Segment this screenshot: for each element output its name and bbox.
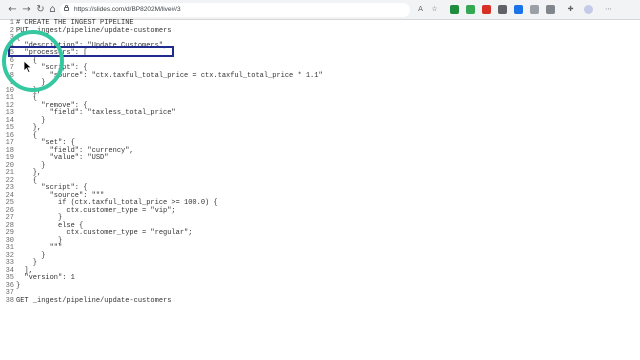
- line-text: "source": "ctx.taxful_total_price = ctx.…: [16, 71, 323, 80]
- url-text: https://slides.com/d/BP8202M/live#/3: [74, 6, 181, 13]
- line-text: },: [16, 124, 42, 132]
- code-line: 14 }: [4, 117, 404, 126]
- line-text: }: [16, 214, 63, 222]
- code-line: 36}: [4, 281, 404, 291]
- code-line: 30 }: [4, 237, 404, 246]
- code-line: 19 "value": "USD": [4, 154, 404, 163]
- line-text: {: [16, 94, 38, 102]
- line-text: if (ctx.taxful_total_price >= 100.0) {: [16, 199, 218, 207]
- code-line: 33 }: [4, 259, 404, 268]
- home-icon[interactable]: ⌂: [46, 3, 59, 16]
- line-text: ctx.customer_type = "regular";: [16, 229, 193, 237]
- line-text: "value": "USD": [16, 154, 109, 162]
- code-line: 2 PUT _ingest/pipeline/update-customers: [4, 27, 404, 36]
- puzzle-icon[interactable]: ✚: [566, 5, 575, 14]
- code-line: 10 },: [4, 87, 404, 96]
- code-line: 35 "version": 1: [4, 274, 404, 283]
- code-lines: 1 # CREATE THE INGEST PIPELINE 2 PUT _inges…: [4, 19, 404, 306]
- code-line: 38 GET _ingest/pipeline/update-customers: [4, 296, 404, 306]
- code-line: 31 """: [4, 244, 404, 253]
- address-bar[interactable]: https://slides.com/d/BP8202M/live#/3: [60, 3, 410, 17]
- read-aloud-icon[interactable]: A: [416, 5, 425, 14]
- extension-icon[interactable]: [498, 5, 507, 14]
- code-line: 8 "source": "ctx.taxful_total_price = ct…: [4, 71, 404, 81]
- code-line: 26 ctx.customer_type = "vip";: [4, 207, 404, 216]
- line-text: },: [16, 169, 42, 177]
- forward-icon[interactable]: →: [20, 3, 33, 16]
- code-line: 32 }: [4, 252, 404, 261]
- highlight-circle: [2, 30, 64, 92]
- extension-icon[interactable]: [466, 5, 475, 14]
- back-icon[interactable]: ←: [6, 3, 19, 16]
- code-line: 15 },: [4, 124, 404, 133]
- lock-icon: [64, 5, 69, 11]
- extension-icon[interactable]: [482, 5, 491, 14]
- code-line: 29 ctx.customer_type = "regular";: [4, 229, 404, 238]
- line-text: "version": 1: [16, 274, 75, 282]
- line-text: }: [16, 281, 21, 290]
- code-line: 21 },: [4, 169, 404, 178]
- line-text: "set": {: [16, 139, 75, 147]
- line-text: "script": {: [16, 184, 88, 192]
- line-text: # CREATE THE INGEST PIPELINE: [16, 19, 134, 27]
- line-text: }: [16, 259, 38, 267]
- code-editor: 1 # CREATE THE INGEST PIPELINE 2 PUT _inges…: [0, 19, 640, 360]
- line-text: "field": "taxless_total_price": [16, 109, 176, 117]
- extension-icon[interactable]: [546, 5, 555, 14]
- code-line: 13 "field": "taxless_total_price": [4, 109, 404, 118]
- browser-toolbar: ← → ↻ ⌂ https://slides.com/d/BP8202M/liv…: [0, 0, 640, 20]
- extension-icon[interactable]: [450, 5, 459, 14]
- line-number: 38: [5, 296, 14, 305]
- extension-icon[interactable]: [514, 5, 523, 14]
- favorite-icon[interactable]: ☆: [430, 5, 439, 14]
- extension-icon[interactable]: [530, 5, 539, 14]
- line-text: """: [16, 244, 63, 252]
- code-line: 20 }: [4, 162, 404, 171]
- profile-icon[interactable]: [584, 5, 593, 14]
- menu-icon[interactable]: ⋯: [604, 5, 613, 14]
- code-line: 9 }: [4, 79, 404, 88]
- line-text: GET _ingest/pipeline/update-customers: [16, 296, 172, 305]
